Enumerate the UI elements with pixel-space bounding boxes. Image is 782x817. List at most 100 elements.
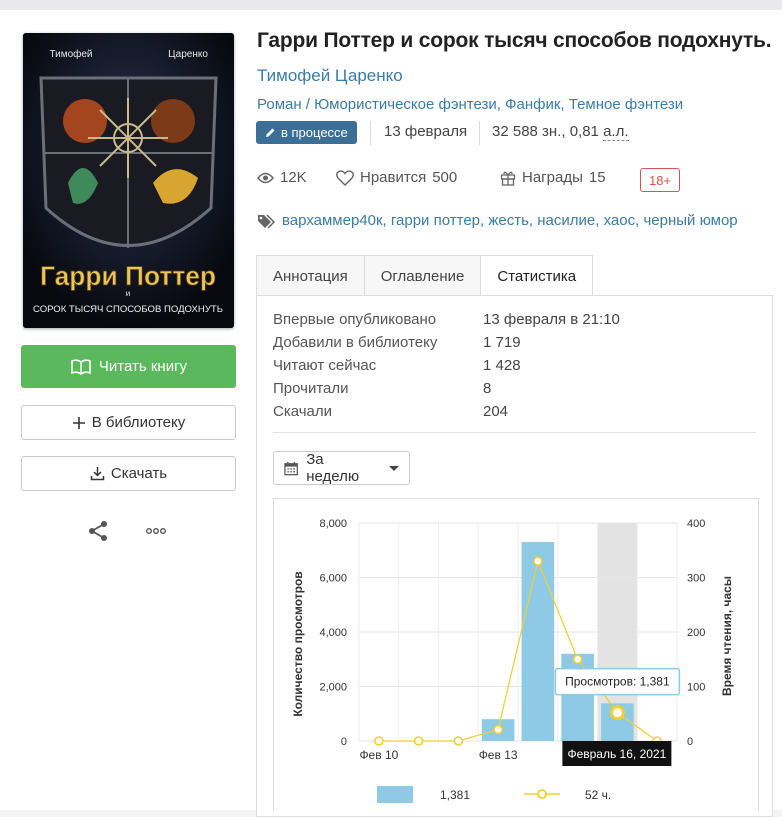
cover-title-line1: Гарри Поттер <box>40 261 216 291</box>
open-book-icon <box>71 358 91 375</box>
y-tick-label: 4,000 <box>319 627 347 639</box>
y-right-tick-label: 200 <box>687 627 705 639</box>
crosshair-label-text: Февраль 16, 2021 <box>567 747 666 761</box>
add-to-library-label: В библиотеку <box>91 414 186 431</box>
legend-label: 52 ч. <box>585 788 611 802</box>
tag-link[interactable]: насилие <box>537 212 595 229</box>
legend-swatch-bar <box>377 786 413 803</box>
y-tick-label: 8,000 <box>319 518 347 530</box>
likes-label: Нравится <box>360 169 427 186</box>
tag-link[interactable]: хаос <box>604 212 636 229</box>
views-value: 12K <box>280 169 307 186</box>
genre-list: Роман / Юмористическое фэнтези, Фанфик, … <box>257 96 684 113</box>
download-button[interactable]: Скачать <box>21 456 236 491</box>
chart-point <box>609 705 625 721</box>
period-select[interactable]: За неделю <box>273 451 410 485</box>
book-title: Гарри Поттер и сорок тысяч способов подо… <box>257 29 772 52</box>
stats-value: 204 <box>483 403 509 420</box>
likes-counter[interactable]: Нравится 500 <box>336 169 457 186</box>
y-right-tick-label: 300 <box>687 573 705 585</box>
stats-value: 1 719 <box>483 334 521 351</box>
tab-statistics[interactable]: Статистика <box>480 255 594 297</box>
read-book-label: Читать книгу <box>98 358 188 375</box>
y-tick-label: 2,000 <box>319 682 347 694</box>
cover-author-last: Царенко <box>168 49 208 60</box>
book-cover[interactable]: Тимофей Царенко Гарри Поттер и сорок тыс… <box>23 33 234 328</box>
cover-author-first: Тимофей <box>49 48 92 60</box>
divider <box>370 121 371 145</box>
y-axis-title: Количество просмотров <box>291 571 305 716</box>
tags-icon <box>258 213 276 229</box>
views-chart[interactable]: 0 2,000 4,000 6,000 8,000 0 100 200 300 400 Фев 10… <box>273 498 759 811</box>
cover-title-and: и <box>126 289 130 298</box>
y-right-tick-label: 0 <box>687 736 693 748</box>
stats-value: 1 428 <box>483 357 521 374</box>
tag-link[interactable]: вархаммер40к <box>282 212 383 229</box>
genre-link[interactable]: Юмористическое фэнтези <box>314 96 497 113</box>
tag-link[interactable]: черный юмор <box>643 212 737 229</box>
share-icon[interactable] <box>86 520 110 542</box>
chart-point <box>572 654 583 665</box>
download-icon <box>90 467 105 481</box>
awards-counter[interactable]: Награды 15 <box>500 169 606 186</box>
y-right-axis-title: Время чтения, часы <box>720 576 734 696</box>
chart-point <box>493 724 503 735</box>
status-badge: в процессе <box>256 121 357 144</box>
calendar-icon <box>284 461 298 475</box>
genre-link[interactable]: Фанфик <box>505 96 560 113</box>
age-rating-badge: 18+ <box>640 168 680 192</box>
stats-value: 13 февраля в 21:10 <box>483 311 620 328</box>
stats-label: Читают сейчас <box>273 357 377 374</box>
cover-title-line2: сорок тысяч способов подохнуть <box>33 304 223 314</box>
y-right-tick-label: 400 <box>687 518 705 530</box>
book-tabs: Аннотация Оглавление Статистика <box>256 255 594 297</box>
status-label: в процессе <box>281 125 348 140</box>
chart-bar <box>521 542 555 741</box>
heart-icon <box>336 169 354 186</box>
period-select-value: За неделю <box>306 451 360 485</box>
more-options-icon[interactable] <box>145 520 169 542</box>
genre-link[interactable]: Темное фэнтези <box>569 96 683 113</box>
likes-value: 500 <box>432 169 458 186</box>
tab-contents[interactable]: Оглавление <box>363 255 482 296</box>
y-tick-label: 6,000 <box>319 573 347 585</box>
add-to-library-button[interactable]: В библиотеку <box>21 405 236 440</box>
chart-point <box>374 736 384 746</box>
awards-label: Награды <box>522 169 583 186</box>
plus-icon <box>72 416 85 429</box>
chevron-down-icon <box>389 465 399 471</box>
download-label: Скачать <box>110 465 168 482</box>
awards-value: 15 <box>588 169 606 186</box>
book-size: 32 588 зн., 0,81 а.л. <box>492 123 629 141</box>
legend-label: 1,381 <box>440 788 470 802</box>
stats-label: Добавили в библиотеку <box>273 334 438 351</box>
stats-label: Прочитали <box>273 380 349 397</box>
chart-point <box>533 556 543 566</box>
tab-annotation[interactable]: Аннотация <box>256 255 365 296</box>
chart-point <box>413 736 424 746</box>
publish-date: 13 февраля <box>384 123 468 140</box>
pencil-icon <box>266 128 275 137</box>
views-counter: 12K <box>257 169 307 186</box>
author-link[interactable]: Тимофей Царенко <box>257 66 403 86</box>
tag-link[interactable]: гарри поттер <box>391 212 480 229</box>
genre-link[interactable]: Роман <box>257 96 302 113</box>
chart-tooltip-text: Просмотров: 1,381 <box>565 675 670 689</box>
read-book-button[interactable]: Читать книгу <box>21 345 236 388</box>
chart-bar <box>561 653 594 741</box>
tag-link[interactable]: жесть <box>488 212 529 229</box>
divider <box>273 432 756 433</box>
eye-icon <box>257 172 274 183</box>
y-right-tick-label: 100 <box>687 682 705 694</box>
x-tick-label: Фев 10 <box>359 748 398 762</box>
author-sheets-unit[interactable]: а.л. <box>603 123 629 141</box>
legend-swatch-point <box>537 789 547 799</box>
chart-point <box>453 736 464 746</box>
chart-canvas: 0 2,000 4,000 6,000 8,000 0 100 200 300 400 Фев 10… <box>291 518 734 803</box>
divider <box>479 121 480 145</box>
book-size-chars: 32 588 зн., 0,81 <box>492 123 599 140</box>
x-tick-label: Фев 13 <box>479 748 518 762</box>
cover-art: Тимофей Царенко Гарри Поттер и сорок тыс… <box>23 33 234 328</box>
stats-label: Впервые опубликовано <box>273 311 437 328</box>
top-strip <box>0 0 782 10</box>
